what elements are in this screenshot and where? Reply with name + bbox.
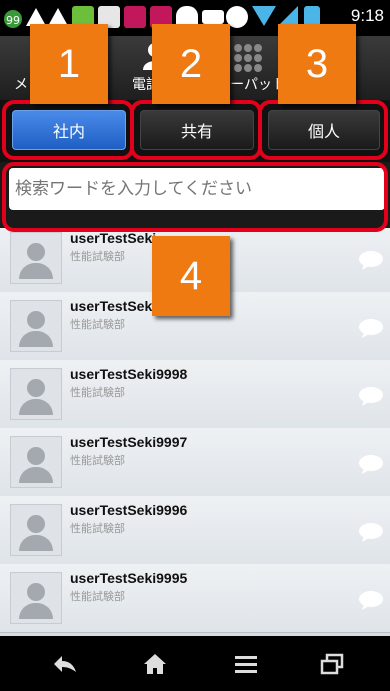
highlight-outline-2 xyxy=(130,100,262,160)
app-w-icon xyxy=(124,6,146,28)
clock: 9:18 xyxy=(350,6,384,25)
navigation-bar xyxy=(0,636,390,691)
contact-department: 性能試験部 xyxy=(70,522,125,535)
chat-bubble-icon[interactable] xyxy=(358,318,384,338)
contact-name: userTestSeki xyxy=(70,230,157,246)
home-button[interactable] xyxy=(135,648,175,680)
menu-button[interactable] xyxy=(226,648,266,680)
back-button[interactable] xyxy=(45,648,85,680)
list-item[interactable]: userTestSeki9998 性能試験部 xyxy=(0,360,390,429)
avatar xyxy=(10,572,62,624)
signal-icon xyxy=(278,6,298,26)
contact-department: 性能試験部 xyxy=(70,386,125,399)
chat-bubble-icon[interactable] xyxy=(358,250,384,270)
annotation-badge-4: 4 xyxy=(152,236,230,316)
contact-name: userTestSeki9995 xyxy=(70,570,188,586)
chat-bubble-icon[interactable] xyxy=(358,454,384,474)
avatar xyxy=(10,300,62,352)
avatar xyxy=(10,436,62,488)
contact-department: 性能試験部 xyxy=(70,318,125,331)
recent-apps-icon xyxy=(320,653,344,675)
keypad-icon xyxy=(233,44,262,72)
menu-icon xyxy=(235,656,257,673)
contact-department: 性能試験部 xyxy=(70,590,125,603)
contact-name: userTestSeki9998 xyxy=(70,366,188,382)
chat-bubble-icon[interactable] xyxy=(358,522,384,542)
highlight-outline-1 xyxy=(2,100,134,160)
contact-name: userTestSeki9997 xyxy=(70,434,188,450)
list-item[interactable]: userTestSeki9996 性能試験部 xyxy=(0,496,390,565)
contact-name: userTestSeki xyxy=(70,298,157,314)
chat-bubble-icon[interactable] xyxy=(358,386,384,406)
notification-count-icon: 99 xyxy=(4,10,22,28)
contact-department: 性能試験部 xyxy=(70,250,125,263)
annotation-badge-2: 2 xyxy=(152,24,230,104)
list-item[interactable]: userTestSeki9997 性能試験部 xyxy=(0,428,390,497)
annotation-badge-1: 1 xyxy=(30,24,108,104)
contact-name: userTestSeki9996 xyxy=(70,502,188,518)
chat-bubble-icon[interactable] xyxy=(358,590,384,610)
contact-department: 性能試験部 xyxy=(70,454,125,467)
wifi-icon xyxy=(252,6,276,26)
highlight-outline-search xyxy=(2,162,388,232)
annotation-badge-3: 3 xyxy=(278,24,356,104)
avatar xyxy=(10,368,62,420)
avatar xyxy=(10,504,62,556)
list-item[interactable]: userTestSeki9995 性能試験部 xyxy=(0,564,390,633)
highlight-outline-3 xyxy=(258,100,388,160)
home-icon xyxy=(144,654,166,674)
avatar xyxy=(10,232,62,284)
voicemail-icon xyxy=(202,10,224,24)
back-icon xyxy=(54,656,76,672)
recent-apps-button[interactable] xyxy=(312,648,352,680)
